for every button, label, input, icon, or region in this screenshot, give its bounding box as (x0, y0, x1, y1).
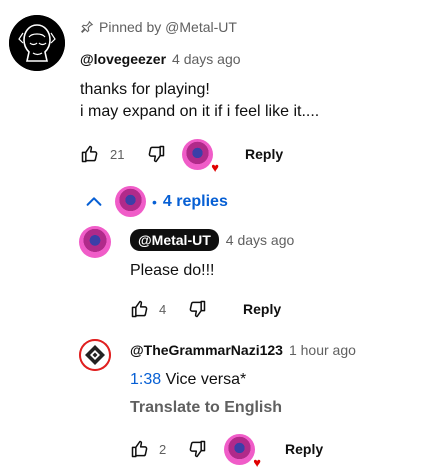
avatar-lovegeezer[interactable] (9, 15, 65, 71)
replies-count-label[interactable]: 4 replies (163, 193, 228, 211)
thumbs-up-icon[interactable] (80, 144, 100, 164)
heart-icon: ♥ (211, 159, 219, 175)
thumbs-down-icon[interactable] (146, 144, 166, 164)
reply2-time[interactable]: 1 hour ago (289, 342, 356, 358)
reply2-like-count: 2 (159, 441, 167, 457)
comment-reply-button[interactable]: Reply (245, 146, 283, 162)
comment-author[interactable]: @lovegeezer (80, 51, 166, 67)
thumbs-down-icon[interactable] (187, 439, 207, 459)
reply1-like-count: 4 (159, 301, 167, 317)
replies-separator: • (152, 193, 157, 210)
reply1-reply-button[interactable]: Reply (243, 301, 281, 317)
avatar-grammarnazi[interactable] (79, 339, 111, 371)
comment-time[interactable]: 4 days ago (172, 51, 241, 67)
comment-line-2: i may expand on it if i feel like it.... (80, 103, 320, 120)
reply1-author[interactable]: @Metal-UT (130, 229, 219, 251)
creator-heart-avatar: ♥ (224, 433, 261, 469)
comment-like-count: 21 (110, 146, 125, 162)
reply2-author[interactable]: @TheGrammarNazi123 (130, 342, 283, 358)
chevron-up-icon[interactable] (83, 191, 105, 213)
comment-text: thanks for playing! i may expand on it i… (80, 79, 319, 123)
reply2-reply-button[interactable]: Reply (285, 441, 323, 457)
comment-line-1: thanks for playing! (80, 81, 210, 98)
pinned-text: Pinned by @Metal-UT (99, 19, 237, 35)
reply1-time[interactable]: 4 days ago (226, 232, 295, 248)
translate-link[interactable]: Translate to English (130, 399, 282, 417)
creator-heart-avatar: ♥ (182, 138, 219, 174)
thumbs-up-icon[interactable] (130, 439, 150, 459)
pin-icon (80, 20, 94, 34)
replies-toggle[interactable]: • 4 replies (83, 186, 228, 217)
reply2-body: Vice versa* (161, 371, 247, 388)
reply2-text: 1:38 Vice versa* (130, 369, 246, 391)
heart-icon: ♥ (253, 454, 261, 470)
replies-preview-avatar (115, 186, 146, 217)
reply2-timestamp-link[interactable]: 1:38 (130, 371, 161, 388)
avatar-metal-ut[interactable] (79, 226, 111, 258)
thumbs-down-icon[interactable] (187, 299, 207, 319)
thumbs-up-icon[interactable] (130, 299, 150, 319)
reply1-text: Please do!!! (130, 262, 215, 279)
pinned-label: Pinned by @Metal-UT (80, 19, 237, 35)
